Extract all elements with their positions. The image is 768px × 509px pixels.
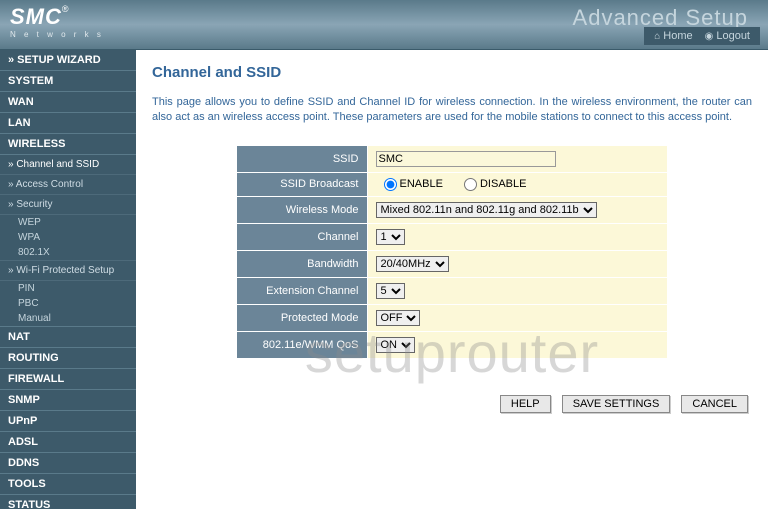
nav-pin[interactable]: PIN (0, 281, 136, 296)
home-label: Home (663, 30, 692, 42)
nav-adsl[interactable]: ADSL (0, 432, 136, 453)
wmm-label: 802.11e/WMM QoS (237, 331, 367, 358)
nav-routing[interactable]: ROUTING (0, 348, 136, 369)
nav-wireless[interactable]: WIRELESS (0, 134, 136, 155)
page-description: This page allows you to define SSID and … (152, 95, 752, 126)
broadcast-label: SSID Broadcast (237, 172, 367, 196)
logout-link[interactable]: ◉Logout (705, 30, 750, 42)
wmm-select[interactable]: ON (376, 337, 415, 353)
broadcast-disable-radio[interactable] (464, 178, 477, 191)
disable-label: DISABLE (480, 178, 526, 190)
button-row: HELP SAVE SETTINGS CANCEL (152, 395, 752, 413)
header-links: ⌂Home ◉Logout (644, 27, 760, 45)
home-link[interactable]: ⌂Home (654, 30, 692, 42)
registered-icon: ® (62, 4, 69, 14)
nav-ddns[interactable]: DDNS (0, 453, 136, 474)
ext-channel-label: Extension Channel (237, 277, 367, 304)
nav-access-control[interactable]: » Access Control (0, 175, 136, 195)
logo-text: SMC (10, 4, 62, 29)
nav-snmp[interactable]: SNMP (0, 390, 136, 411)
nav-firewall[interactable]: FIREWALL (0, 369, 136, 390)
help-button[interactable]: HELP (500, 395, 551, 413)
nav-setup-wizard[interactable]: » SETUP WIZARD (0, 50, 136, 71)
nav-wan[interactable]: WAN (0, 92, 136, 113)
save-button[interactable]: SAVE SETTINGS (562, 395, 671, 413)
ssid-label: SSID (237, 146, 367, 173)
bandwidth-label: Bandwidth (237, 250, 367, 277)
logo: SMC® N e t w o r k s (10, 4, 104, 39)
nav-nat[interactable]: NAT (0, 326, 136, 348)
settings-form: SSID SSID Broadcast ENABLE DISABLE Wirel… (237, 146, 667, 359)
content: Channel and SSID This page allows you to… (136, 50, 768, 509)
nav-system[interactable]: SYSTEM (0, 71, 136, 92)
nav-security[interactable]: » Security (0, 195, 136, 215)
sidebar: » SETUP WIZARD SYSTEM WAN LAN WIRELESS »… (0, 50, 136, 509)
nav-wpa[interactable]: WPA (0, 230, 136, 245)
logout-icon: ◉ (705, 31, 714, 42)
ssid-input[interactable] (376, 151, 556, 167)
nav-channel-ssid[interactable]: » Channel and SSID (0, 155, 136, 175)
nav-8021x[interactable]: 802.1X (0, 245, 136, 260)
protected-label: Protected Mode (237, 304, 367, 331)
channel-select[interactable]: 1 (376, 229, 405, 245)
nav-manual[interactable]: Manual (0, 311, 136, 326)
cancel-button[interactable]: CANCEL (681, 395, 748, 413)
logout-label: Logout (716, 30, 750, 42)
page-title: Channel and SSID (152, 64, 752, 81)
nav-status[interactable]: STATUS (0, 495, 136, 509)
nav-lan[interactable]: LAN (0, 113, 136, 134)
nav-pbc[interactable]: PBC (0, 296, 136, 311)
nav-tools[interactable]: TOOLS (0, 474, 136, 495)
broadcast-enable-radio[interactable] (384, 178, 397, 191)
bandwidth-select[interactable]: 20/40MHz (376, 256, 449, 272)
ext-channel-select[interactable]: 5 (376, 283, 405, 299)
enable-label: ENABLE (400, 178, 443, 190)
channel-label: Channel (237, 223, 367, 250)
nav-wps[interactable]: » Wi-Fi Protected Setup (0, 260, 136, 281)
header: SMC® N e t w o r k s Advanced Setup ⌂Hom… (0, 0, 768, 50)
mode-label: Wireless Mode (237, 196, 367, 223)
mode-select[interactable]: Mixed 802.11n and 802.11g and 802.11b (376, 202, 597, 218)
nav-wep[interactable]: WEP (0, 215, 136, 230)
protected-select[interactable]: OFF (376, 310, 420, 326)
home-icon: ⌂ (654, 31, 660, 42)
logo-subtitle: N e t w o r k s (10, 30, 104, 39)
nav-upnp[interactable]: UPnP (0, 411, 136, 432)
